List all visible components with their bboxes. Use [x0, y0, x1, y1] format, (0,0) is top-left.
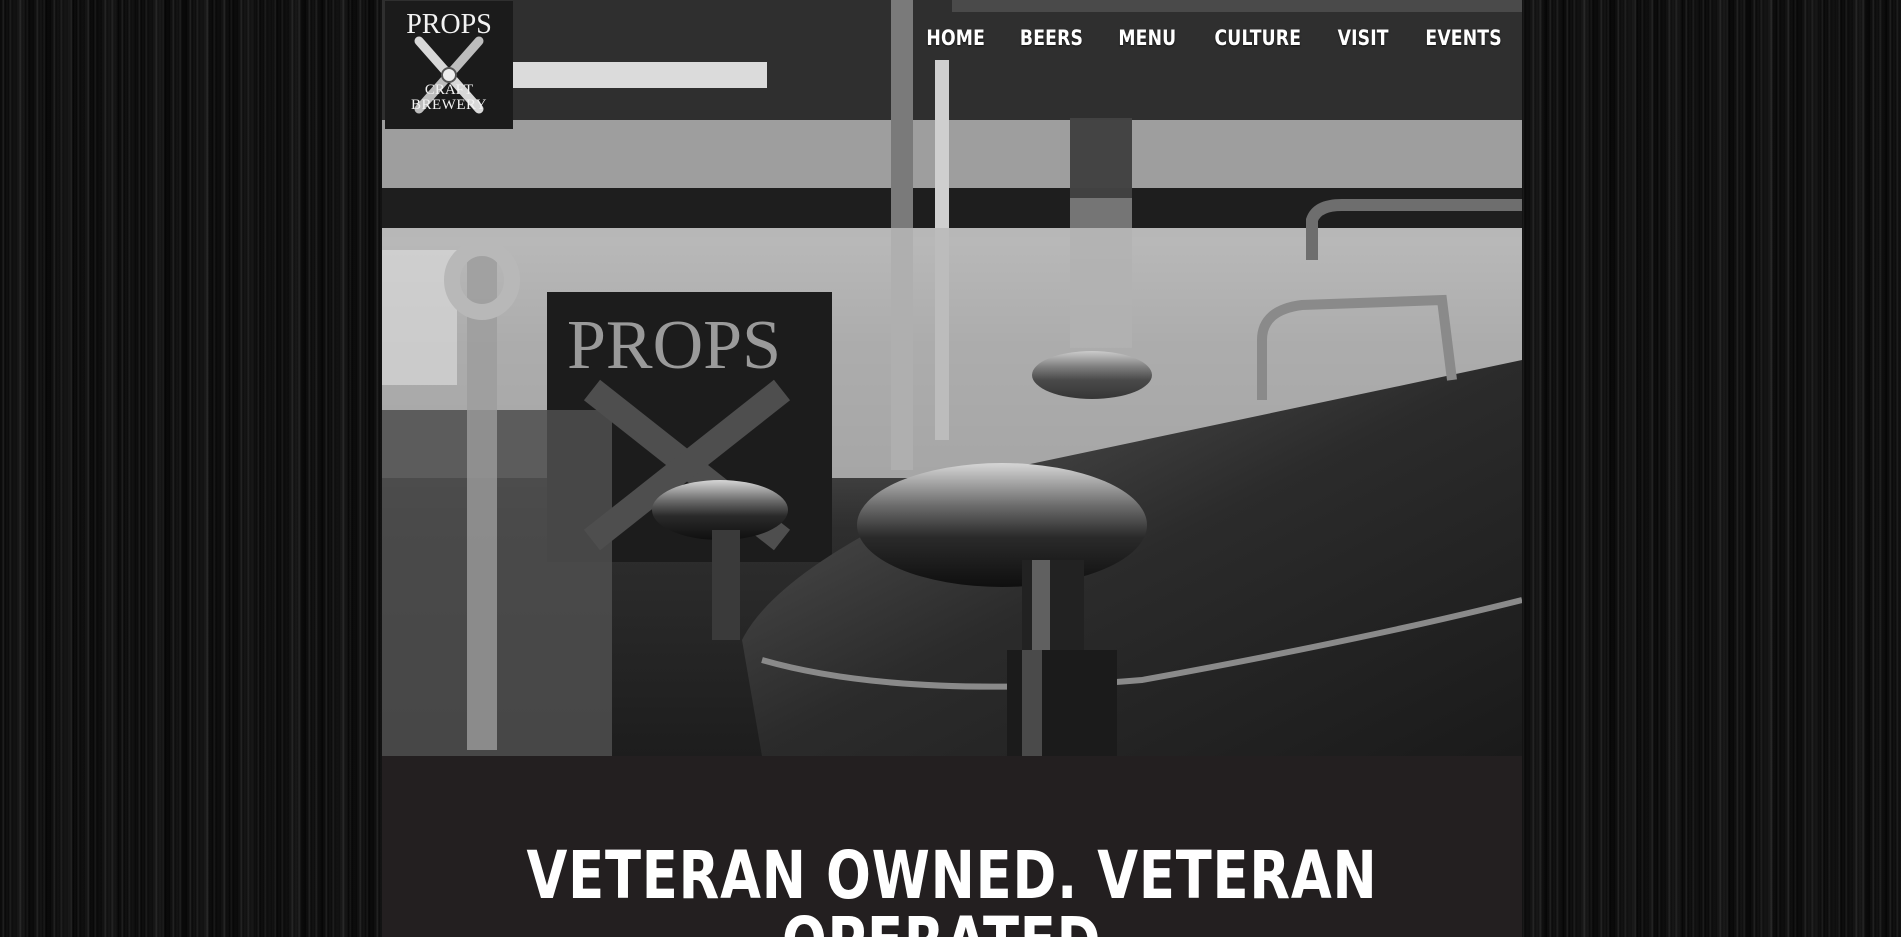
nav-home-link[interactable]: HOME [926, 26, 985, 50]
nav-culture-link[interactable]: CULTURE [1214, 26, 1301, 50]
hero-image: PROPS PROPS CRAFT BREWERY HOME BEERS MEN… [382, 0, 1522, 756]
brewery-photo: PROPS [382, 0, 1522, 756]
nav-visit-link[interactable]: VISIT [1338, 26, 1389, 50]
wall-sign-text: PROPS [567, 307, 781, 384]
main-nav: HOME BEERS MENU CULTURE VISIT EVENTS [920, 26, 1510, 50]
nav-events-link[interactable]: EVENTS [1425, 26, 1501, 50]
logo-subtitle-brewery: BREWERY [410, 97, 487, 113]
brand-logo[interactable]: PROPS CRAFT BREWERY [385, 1, 513, 129]
site-container: PROPS PROPS CRAFT BREWERY HOME BEERS MEN… [382, 0, 1522, 937]
nav-menu-link[interactable]: MENU [1119, 26, 1177, 50]
tagline-heading: VETERAN OWNED. VETERAN OPERATED. [526, 837, 1378, 937]
nav-beers-link[interactable]: BEERS [1020, 26, 1083, 50]
